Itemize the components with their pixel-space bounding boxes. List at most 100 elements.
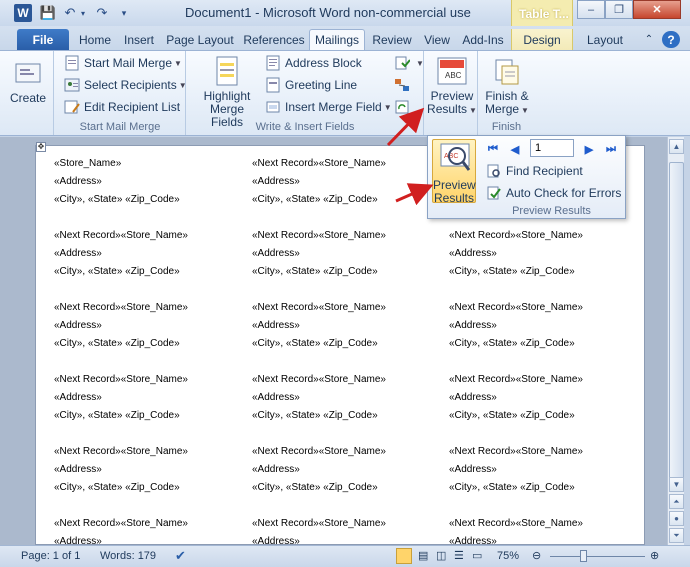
print-layout-icon[interactable] (396, 548, 412, 564)
tab-layout[interactable]: Layout (578, 29, 632, 50)
redo-icon[interactable]: ↷ (94, 4, 110, 22)
finish-merge-button[interactable]: Finish & Merge ▼ (481, 55, 533, 117)
label-address-field[interactable]: «Address» (54, 172, 102, 191)
match-fields-button[interactable] (394, 75, 414, 95)
minimize-button[interactable]: – (577, 0, 605, 19)
label-address-field[interactable]: «Address» (449, 316, 497, 335)
undo-dropdown-icon[interactable]: ▾ (78, 4, 88, 22)
label-address-field[interactable]: «Address» (252, 532, 300, 544)
record-number-input[interactable] (530, 139, 574, 157)
label-address-field[interactable]: «Address» (449, 388, 497, 407)
help-icon[interactable]: ? (662, 31, 680, 48)
create-button[interactable]: Create (9, 57, 47, 105)
customize-qat-icon[interactable]: ▾ (118, 4, 130, 22)
label-city-field[interactable]: «City», «State» «Zip_Code» (54, 262, 180, 281)
label-address-field[interactable]: «Address» (54, 460, 102, 479)
rules-button[interactable]: ▼ (394, 53, 424, 73)
label-name-field[interactable]: «Next Record»«Store_Name» (54, 442, 188, 461)
proofing-icon[interactable]: ✔ (175, 548, 186, 564)
label-name-field[interactable]: «Next Record»«Store_Name» (252, 442, 386, 461)
label-city-field[interactable]: «City», «State» «Zip_Code» (54, 406, 180, 425)
label-name-field[interactable]: «Next Record»«Store_Name» (449, 370, 583, 389)
label-name-field[interactable]: «Next Record»«Store_Name» (449, 226, 583, 245)
label-city-field[interactable]: «City», «State» «Zip_Code» (54, 190, 180, 209)
preview-results-button[interactable]: ABC Preview Results (432, 139, 476, 205)
draft-view-icon[interactable]: ▭ (472, 549, 482, 562)
tab-references[interactable]: References (241, 29, 307, 50)
label-name-field[interactable]: «Next Record»«Store_Name» (54, 514, 188, 533)
label-name-field[interactable]: «Next Record»«Store_Name» (449, 442, 583, 461)
label-city-field[interactable]: «City», «State» «Zip_Code» (252, 334, 378, 353)
next-page-icon[interactable]: ⏷ (669, 528, 684, 543)
preview-results-ribbon-button[interactable]: ABC Preview Results ▼ (427, 55, 477, 117)
find-recipient-button[interactable]: Find Recipient (486, 161, 583, 181)
zoom-slider-track[interactable] (550, 556, 645, 557)
close-button[interactable]: ✕ (633, 0, 681, 19)
previous-page-icon[interactable]: ⏶ (669, 494, 684, 509)
scroll-up-icon[interactable]: ▲ (669, 139, 684, 154)
label-address-field[interactable]: «Address» (252, 316, 300, 335)
tab-view[interactable]: View (420, 29, 454, 50)
tab-home[interactable]: Home (75, 29, 115, 50)
select-browse-object-icon[interactable]: ● (669, 511, 684, 526)
label-city-field[interactable]: «City», «State» «Zip_Code» (449, 478, 575, 497)
label-city-field[interactable]: «City», «State» «Zip_Code» (252, 406, 378, 425)
label-address-field[interactable]: «Address» (54, 316, 102, 335)
label-city-field[interactable]: «City», «State» «Zip_Code» (449, 262, 575, 281)
label-name-field[interactable]: «Next Record»«Store_Name» (54, 370, 188, 389)
restore-button[interactable]: ❐ (605, 0, 633, 19)
zoom-slider-thumb[interactable] (580, 550, 587, 562)
label-name-field[interactable]: «Next Record»«Store_Name» (252, 154, 386, 173)
word-count[interactable]: Words: 179 (100, 550, 156, 562)
edit-recipient-list-button[interactable]: Edit Recipient List (64, 97, 180, 117)
label-address-field[interactable]: «Address» (54, 244, 102, 263)
tab-file[interactable]: File (17, 29, 69, 50)
scroll-down-icon[interactable]: ▼ (669, 477, 684, 492)
tab-mailings[interactable]: Mailings (309, 29, 365, 50)
label-name-field[interactable]: «Next Record»«Store_Name» (252, 298, 386, 317)
label-city-field[interactable]: «City», «State» «Zip_Code» (449, 406, 575, 425)
next-record-icon[interactable]: ▶ (582, 142, 596, 156)
web-layout-icon[interactable]: ◫ (436, 549, 446, 562)
save-icon[interactable]: 💾 (40, 4, 56, 22)
label-address-field[interactable]: «Address» (449, 460, 497, 479)
tab-insert[interactable]: Insert (119, 29, 159, 50)
label-name-field[interactable]: «Next Record»«Store_Name» (54, 226, 188, 245)
highlight-merge-fields-button[interactable]: Highlight Merge Fields (195, 55, 259, 129)
scroll-thumb[interactable] (669, 162, 684, 487)
auto-check-errors-button[interactable]: Auto Check for Errors (486, 183, 621, 203)
insert-merge-field-button[interactable]: Insert Merge Field ▼ (265, 97, 392, 117)
first-record-icon[interactable]: ⏮ (486, 142, 500, 156)
label-address-field[interactable]: «Address» (54, 532, 102, 544)
vertical-scrollbar[interactable]: ▲ ▼ ⏶ ● ⏷ (667, 137, 684, 545)
label-city-field[interactable]: «City», «State» «Zip_Code» (54, 334, 180, 353)
zoom-level[interactable]: 75% (497, 550, 519, 562)
minimize-ribbon-icon[interactable]: ⌃ (641, 29, 657, 50)
page-count[interactable]: Page: 1 of 1 (21, 550, 80, 562)
table-move-handle-icon[interactable]: ✥ (36, 142, 46, 152)
last-record-icon[interactable]: ⏭ (604, 142, 618, 156)
undo-icon[interactable]: ↶ (62, 4, 78, 22)
label-address-field[interactable]: «Address» (449, 532, 497, 544)
select-recipients-button[interactable]: Select Recipients ▼ (64, 75, 187, 95)
tab-page-layout[interactable]: Page Layout (165, 29, 235, 50)
tab-add-ins[interactable]: Add-Ins (458, 29, 508, 50)
outline-view-icon[interactable]: ☰ (454, 549, 464, 562)
label-name-field[interactable]: «Next Record»«Store_Name» (252, 370, 386, 389)
label-city-field[interactable]: «City», «State» «Zip_Code» (252, 478, 378, 497)
update-labels-button[interactable] (394, 97, 414, 117)
label-name-field[interactable]: «Next Record»«Store_Name» (449, 298, 583, 317)
address-block-button[interactable]: Address Block (265, 53, 362, 73)
zoom-out-icon[interactable]: ⊖ (532, 549, 541, 562)
start-mail-merge-button[interactable]: Start Mail Merge ▼ (64, 53, 182, 73)
label-name-field[interactable]: «Next Record»«Store_Name» (54, 298, 188, 317)
word-logo-icon[interactable]: W (14, 4, 32, 22)
label-address-field[interactable]: «Address» (252, 460, 300, 479)
label-name-field[interactable]: «Next Record»«Store_Name» (449, 514, 583, 533)
label-address-field[interactable]: «Address» (54, 388, 102, 407)
label-name-field[interactable]: «Store_Name» (54, 154, 121, 173)
previous-record-icon[interactable]: ◀ (508, 142, 522, 156)
label-address-field[interactable]: «Address» (449, 244, 497, 263)
zoom-in-icon[interactable]: ⊕ (650, 549, 659, 562)
full-screen-reading-icon[interactable]: ▤ (418, 549, 428, 562)
